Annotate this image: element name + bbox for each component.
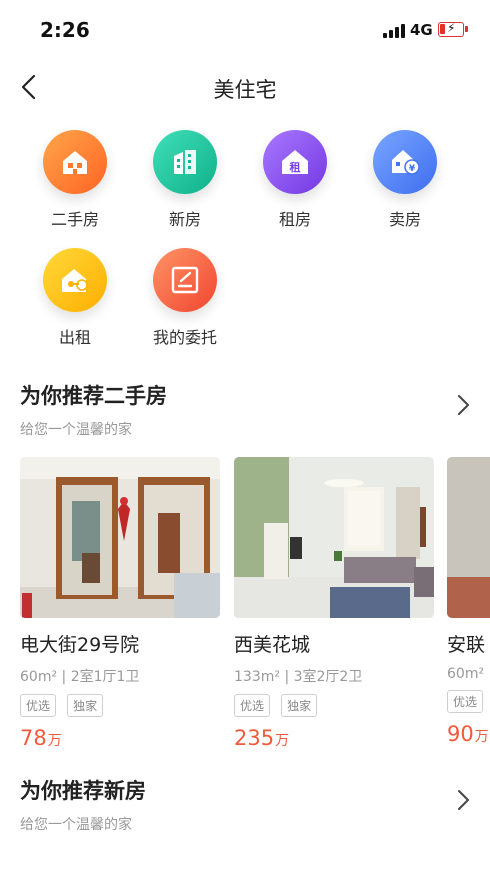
nav-bar: 美住宅 <box>0 62 490 114</box>
price-value: 78 <box>20 726 47 750</box>
section-title: 为你推荐新房 <box>20 779 146 803</box>
listing-photo <box>20 457 220 618</box>
listing-area: 60m² <box>20 669 58 685</box>
service-grid: 二手房 新房 租 租房 ¥ 卖房 出租 我的委托 <box>0 130 490 360</box>
section-title: 为你推荐二手房 <box>20 384 167 408</box>
svg-text:¥: ¥ <box>409 164 416 174</box>
price-unit: 万 <box>474 729 489 745</box>
section-subtitle: 给您一个温馨的家 <box>20 422 132 438</box>
tag-badge: 独家 <box>67 694 104 717</box>
service-label: 出租 <box>58 328 91 347</box>
status-bar: 2:26 4G ⚡ <box>0 0 490 62</box>
tag-badge: 优选 <box>234 694 271 717</box>
listing-name: 安联 <box>447 634 486 656</box>
section-new-house[interactable]: 为你推荐新房 给您一个温馨的家 <box>20 775 470 834</box>
status-time: 2:26 <box>40 18 90 42</box>
listing-price: 78万 <box>20 726 220 750</box>
network-type: 4G <box>410 21 433 39</box>
listing-carousel[interactable]: 电大街29号院 60m² | 2室1厅1卫 优选 独家 78万 西美花城 133… <box>0 457 490 757</box>
chevron-right-icon[interactable] <box>456 789 470 811</box>
listing-price: 235万 <box>234 726 434 750</box>
price-unit: 万 <box>47 733 62 749</box>
listing-tags: 优选 <box>447 690 490 714</box>
listing-layout: 2室1厅1卫 <box>70 669 140 685</box>
svg-text:租: 租 <box>290 161 301 174</box>
spec-separator: | <box>61 669 71 685</box>
sell-icon: ¥ <box>392 150 420 175</box>
listing-specs: 60m² | 2室1厅1卫 <box>20 666 220 686</box>
battery-icon: ⚡ <box>438 21 468 37</box>
price-unit: 万 <box>275 733 290 749</box>
rent-icon: 租 <box>282 150 308 174</box>
listing-name: 西美花城 <box>234 634 311 656</box>
tag-badge: 优选 <box>447 690 484 713</box>
service-my-entrust[interactable]: 我的委托 <box>130 248 240 348</box>
listing-tags: 优选 独家 <box>234 694 434 718</box>
price-value: 235 <box>234 726 275 750</box>
building-icon <box>174 150 196 174</box>
tag-badge: 优选 <box>20 694 57 717</box>
service-label: 租房 <box>278 210 311 229</box>
listing-card[interactable]: 电大街29号院 60m² | 2室1厅1卫 优选 独家 78万 <box>20 457 220 750</box>
service-label: 卖房 <box>388 210 421 229</box>
listing-price: 90万 <box>447 722 490 746</box>
chevron-right-icon[interactable] <box>456 394 470 416</box>
listing-photo <box>234 457 434 618</box>
spec-separator: | <box>284 669 294 685</box>
tag-badge: 独家 <box>281 694 318 717</box>
page-title: 美住宅 <box>213 78 277 102</box>
listing-card[interactable]: 西美花城 133m² | 3室2厅2卫 优选 独家 235万 <box>234 457 434 750</box>
edit-icon <box>171 266 199 294</box>
price-value: 90 <box>447 722 474 746</box>
service-label: 我的委托 <box>152 328 217 347</box>
key-house-icon <box>62 269 88 292</box>
listing-specs: 133m² | 3室2厅2卫 <box>234 666 434 686</box>
service-sell[interactable]: ¥ 卖房 <box>350 130 460 230</box>
listing-photo <box>447 457 490 618</box>
listing-card[interactable]: 安联 60m² 优选 90万 <box>447 457 490 746</box>
service-new-house[interactable]: 新房 <box>130 130 240 230</box>
section-subtitle: 给您一个温馨的家 <box>20 817 132 833</box>
service-rent[interactable]: 租 租房 <box>240 130 350 230</box>
listing-area: 133m² <box>234 669 280 685</box>
listing-name: 电大街29号院 <box>20 634 140 656</box>
listing-area: 60m² <box>447 666 485 682</box>
service-label: 二手房 <box>50 210 99 229</box>
service-lease[interactable]: 出租 <box>20 248 130 348</box>
listing-tags: 优选 独家 <box>20 694 220 718</box>
signal-icon <box>383 24 407 38</box>
section-second-hand[interactable]: 为你推荐二手房 给您一个温馨的家 <box>20 380 470 439</box>
listing-layout: 3室2厅2卫 <box>293 669 363 685</box>
service-label: 新房 <box>168 210 201 229</box>
service-second-hand[interactable]: 二手房 <box>20 130 130 230</box>
house-icon <box>63 151 87 174</box>
listing-specs: 60m² <box>447 666 490 682</box>
